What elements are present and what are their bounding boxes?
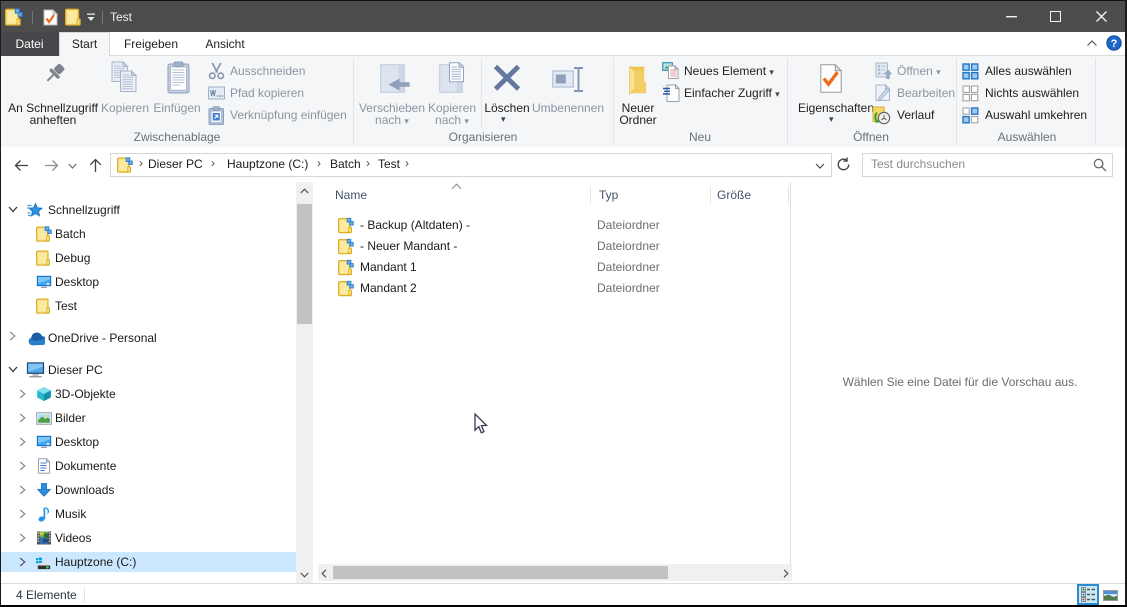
svg-text:?: ? xyxy=(1111,38,1118,50)
